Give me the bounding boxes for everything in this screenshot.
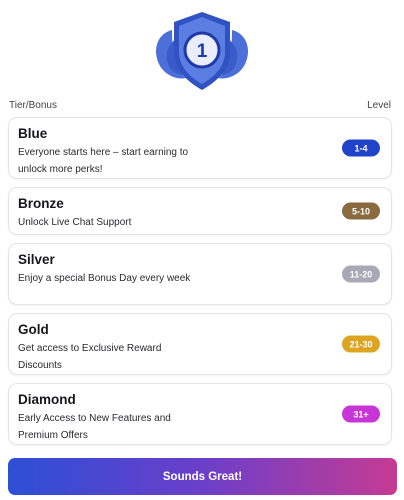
- tier-card-silver: Silver Enjoy a special Bonus Day every w…: [8, 243, 392, 305]
- level-pill: 1-4: [342, 139, 380, 157]
- level-header: Level: [367, 100, 391, 111]
- tier-description: Enjoy a special Bonus Day every week: [18, 273, 191, 284]
- sounds-great-button[interactable]: Sounds Great!: [8, 458, 397, 495]
- tier-list: Blue Everyone starts here – start earnin…: [8, 117, 392, 453]
- tier-description: Get access to Exclusive Reward Discounts: [18, 343, 162, 371]
- tier-description: Everyone starts here – start earning to …: [18, 147, 189, 175]
- tier-card-diamond: Diamond Early Access to New Features and…: [8, 383, 392, 445]
- tier-name: Gold: [18, 322, 49, 337]
- tier-card-bronze: Bronze Unlock Live Chat Support 5-10: [8, 187, 392, 235]
- shield-level-badge-icon: 1: [156, 12, 248, 90]
- table-header: Tier/Bonus Level: [9, 100, 391, 111]
- tier-description: Unlock Live Chat Support: [18, 217, 132, 228]
- badge-number: 1: [197, 41, 208, 62]
- level-badge: 1: [0, 8, 404, 94]
- level-pill: 21-30: [342, 335, 380, 353]
- tier-card-blue: Blue Everyone starts here – start earnin…: [8, 117, 392, 179]
- level-pill: 11-20: [342, 265, 380, 283]
- tier-name: Bronze: [18, 196, 64, 211]
- level-pill: 31+: [342, 405, 380, 423]
- tier-description: Early Access to New Features and Premium…: [18, 413, 171, 441]
- tier-name: Silver: [18, 252, 55, 267]
- tier-name: Diamond: [18, 392, 76, 407]
- tier-card-gold: Gold Get access to Exclusive Reward Disc…: [8, 313, 392, 375]
- level-pill: 5-10: [342, 202, 380, 220]
- tier-bonus-header: Tier/Bonus: [9, 100, 57, 111]
- tier-name: Blue: [18, 126, 48, 141]
